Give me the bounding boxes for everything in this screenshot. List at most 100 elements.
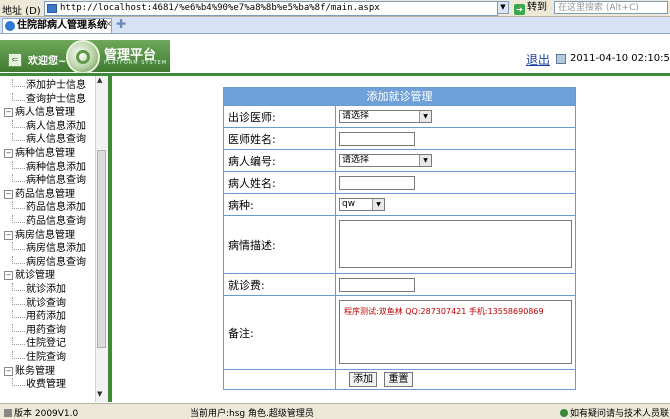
- version-text: 版本 2009V1.0: [4, 406, 78, 419]
- patient-id-label: 病人编号:: [224, 150, 336, 171]
- sidebar-item[interactable]: 住院查询: [12, 351, 66, 364]
- collapse-toggle-icon[interactable]: −: [4, 230, 13, 240]
- scrollbar-thumb[interactable]: [97, 150, 106, 348]
- go-arrow-icon: ➔: [514, 4, 525, 15]
- tree-connector: [12, 160, 25, 169]
- url-input[interactable]: http://localhost:4681/%e6%b4%90%e7%a8%8b…: [44, 1, 498, 16]
- tab-title: 住院部病人管理系统: [17, 20, 107, 31]
- datetime: 2011-04-10 02:10:55 F: [570, 53, 670, 64]
- patient-name-input[interactable]: [339, 176, 415, 190]
- remark-text: 程序测试:双鱼林 QQ:287307421 手机:13558690869: [344, 307, 544, 316]
- sidebar-group[interactable]: − 就诊管理: [4, 269, 55, 282]
- scroll-down-icon[interactable]: ▼: [97, 390, 102, 398]
- description-label: 病情描述:: [224, 216, 336, 273]
- sidebar-item[interactable]: 收费管理: [12, 378, 66, 391]
- go-label: 转到: [527, 2, 547, 13]
- sidebar-item[interactable]: 病种信息添加: [12, 160, 86, 174]
- welcome-text: 欢迎您~: [28, 56, 67, 67]
- disease-label: 病种:: [224, 194, 336, 215]
- tree-connector: [12, 201, 25, 210]
- tree-connector: [12, 242, 25, 251]
- sidebar-item[interactable]: 药品信息查询: [12, 215, 86, 228]
- close-tab-icon[interactable]: ✕: [105, 20, 113, 30]
- tree-connector: [12, 215, 25, 223]
- sidebar-item-label: 病人信息查询: [26, 134, 86, 146]
- sidebar-item-label: 药品信息管理: [15, 188, 75, 200]
- patient-id-select-value: 请选择: [342, 155, 370, 165]
- platform-logo: [66, 40, 100, 74]
- disease-select[interactable]: qw ▼: [339, 198, 385, 211]
- sidebar-tree: 添加护士信息 查询护士信息 − 病人信息管理 病人信息添加 病人信息查询 − 病种信息管理 病种…: [0, 76, 109, 402]
- patient-id-select[interactable]: 请选择 ▼: [339, 154, 432, 167]
- doctor-name-input[interactable]: [339, 132, 415, 146]
- collapse-toggle-icon[interactable]: −: [4, 366, 13, 376]
- sidebar-item[interactable]: 添加护士信息: [12, 79, 86, 92]
- fee-input[interactable]: [339, 278, 415, 292]
- collapse-toggle-icon[interactable]: −: [4, 108, 13, 118]
- chevron-down-icon: ▼: [372, 199, 384, 210]
- current-user-text: 当前用户:hsg 角色.超级管理员: [190, 409, 314, 419]
- sidebar-item[interactable]: 病人信息查询: [12, 133, 86, 146]
- remark-label: 备注:: [224, 296, 336, 369]
- search-input[interactable]: 在这里搜索 (Alt+C): [554, 1, 668, 14]
- tree-connector: [12, 337, 25, 346]
- collapse-toggle-icon[interactable]: −: [4, 189, 13, 199]
- row-doctor: 出诊医师: 请选择 ▼: [224, 105, 575, 127]
- sidebar-toggle-icon[interactable]: ⇐: [8, 53, 22, 67]
- go-button[interactable]: ➔ 转到: [514, 1, 552, 15]
- sidebar-item[interactable]: 就诊添加: [12, 283, 66, 296]
- sidebar-group[interactable]: − 病人信息管理: [4, 106, 75, 119]
- tree-connector: [12, 351, 25, 359]
- sidebar-item-label: 药品信息查询: [26, 216, 86, 227]
- sidebar-group[interactable]: − 病房信息管理: [4, 229, 75, 242]
- add-button[interactable]: 添加: [349, 372, 377, 387]
- tree-connector: [12, 79, 25, 87]
- sidebar-item[interactable]: 病房信息添加: [12, 242, 86, 255]
- sidebar-item-label: 病种信息管理: [15, 148, 75, 159]
- help-text: 如有疑问请与技术人员联: [560, 406, 669, 419]
- collapse-toggle-icon[interactable]: −: [4, 149, 13, 158]
- doctor-name-label: 医师姓名:: [224, 128, 336, 149]
- chevron-down-icon: ▼: [419, 111, 431, 122]
- sidebar-item-label: 收费管理: [26, 379, 66, 391]
- sidebar-item[interactable]: 用药添加: [12, 310, 66, 323]
- browser-tab[interactable]: 住院部病人管理系统: [2, 18, 112, 33]
- sidebar-item[interactable]: 病种信息查询: [12, 174, 86, 187]
- sidebar-group[interactable]: − 病种信息管理: [4, 147, 75, 160]
- chevron-down-icon: ▼: [419, 155, 431, 166]
- address-label: 地址 (D): [2, 6, 41, 17]
- app-header: ⇐ 欢迎您~ 管理平台 PLATFORM SYSTEM 退出 2011-04-1…: [0, 34, 670, 74]
- sidebar-item-label: 用药添加: [26, 311, 66, 323]
- version-icon: [4, 409, 12, 417]
- sidebar-scrollbar[interactable]: ▲ ▼: [95, 76, 108, 402]
- row-description: 病情描述:: [224, 215, 575, 273]
- sidebar-item[interactable]: 查询护士信息: [12, 92, 86, 106]
- tree-connector: [12, 283, 25, 291]
- sidebar-item-label: 病种信息添加: [26, 161, 86, 173]
- doctor-select[interactable]: 请选择 ▼: [339, 110, 432, 123]
- scroll-up-icon[interactable]: ▲: [97, 76, 102, 84]
- sidebar-item-label: 添加护士信息: [26, 80, 86, 91]
- browser-tab-bar: 住院部病人管理系统 ✕ ✚: [0, 17, 670, 34]
- new-tab-icon[interactable]: ✚: [116, 17, 126, 31]
- sidebar-item[interactable]: 就诊查询: [12, 296, 66, 310]
- sidebar-item[interactable]: 病人信息添加: [12, 119, 86, 133]
- sidebar-item[interactable]: 病房信息查询: [12, 255, 86, 269]
- url-dropdown-button[interactable]: ▼: [497, 1, 509, 14]
- sidebar-item-label: 药品信息添加: [26, 202, 86, 214]
- sidebar-group[interactable]: − 账务管理: [4, 365, 55, 378]
- remark-textarea[interactable]: 程序测试:双鱼林 QQ:287307421 手机:13558690869: [339, 300, 572, 364]
- sidebar-item-label: 住院登记: [26, 338, 66, 350]
- sidebar-item[interactable]: 药品信息添加: [12, 201, 86, 214]
- sidebar-item-label: 就诊管理: [15, 270, 55, 282]
- sidebar-item-label: 病人信息管理: [15, 107, 75, 119]
- sidebar-item-label: 病房信息管理: [15, 229, 75, 241]
- sidebar-item[interactable]: 用药查询: [12, 323, 66, 337]
- sidebar-group[interactable]: − 药品信息管理: [4, 188, 75, 201]
- reset-button[interactable]: 重置: [384, 372, 413, 387]
- sidebar-item[interactable]: 住院登记: [12, 337, 66, 350]
- collapse-toggle-icon[interactable]: −: [4, 271, 13, 281]
- logout-link[interactable]: 退出: [526, 51, 550, 68]
- description-textarea[interactable]: [339, 220, 572, 268]
- sidebar-item-label: 住院查询: [26, 352, 66, 363]
